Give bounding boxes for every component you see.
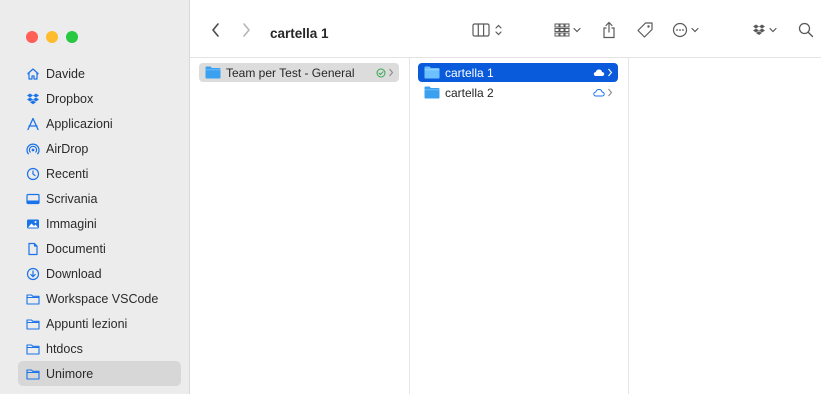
document-icon <box>26 242 40 256</box>
item-name: cartella 2 <box>445 85 494 100</box>
group-button[interactable] <box>554 20 584 40</box>
sidebar-item-recenti[interactable]: Recenti <box>18 161 181 186</box>
folder-icon <box>26 367 40 381</box>
sidebar-item-label: Documenti <box>46 241 106 256</box>
item-name: Team per Test - General <box>226 65 355 80</box>
window-title: cartella 1 <box>270 26 329 41</box>
sidebar-item-label: Download <box>46 266 102 281</box>
toolbar: cartella 1 <box>190 0 821 58</box>
sidebar-list: Davide Dropbox Applicazioni AirDrop Rece… <box>18 61 181 386</box>
folder-icon <box>26 292 40 306</box>
minimize-window-button[interactable] <box>46 31 58 43</box>
tags-button[interactable] <box>636 20 654 40</box>
column-browser: Team per Test - General cartella 1 carte… <box>190 58 821 394</box>
home-icon <box>26 67 40 81</box>
sidebar-item-label: Applicazioni <box>46 116 113 131</box>
sidebar-item-download[interactable]: Download <box>18 261 181 286</box>
airdrop-icon <box>26 142 40 156</box>
sidebar-item-label: Unimore <box>46 366 94 381</box>
synced-check-icon <box>376 68 386 77</box>
dropbox-menu-button[interactable] <box>752 20 782 40</box>
applications-icon <box>26 117 40 131</box>
desktop-icon <box>26 192 40 206</box>
sidebar-item-dropbox[interactable]: Dropbox <box>18 86 181 111</box>
cloud-outline-icon <box>593 89 605 97</box>
sidebar-item-label: Immagini <box>46 216 97 231</box>
cloud-filled-icon <box>593 69 605 76</box>
list-item[interactable]: cartella 2 <box>418 83 618 102</box>
column-2: cartella 1 cartella 2 <box>409 58 629 394</box>
share-icon <box>603 21 615 39</box>
zoom-window-button[interactable] <box>66 31 78 43</box>
chevron-right-icon <box>243 23 250 37</box>
dropbox-icon <box>753 24 777 35</box>
item-name: cartella 1 <box>445 65 494 80</box>
sidebar-item-scrivania[interactable]: Scrivania <box>18 186 181 211</box>
sidebar-item-immagini[interactable]: Immagini <box>18 211 181 236</box>
sidebar-item-label: AirDrop <box>46 141 89 156</box>
tag-icon <box>637 22 653 38</box>
list-item[interactable]: Team per Test - General <box>199 63 399 82</box>
sidebar-item-airdrop[interactable]: AirDrop <box>18 136 181 161</box>
view-options-button[interactable] <box>472 20 508 40</box>
sidebar-item-documenti[interactable]: Documenti <box>18 236 181 261</box>
chevron-right-icon <box>608 88 613 97</box>
clock-icon <box>26 167 40 181</box>
sidebar-item-label: Appunti lezioni <box>46 316 128 331</box>
sidebar-item-label: htdocs <box>46 341 83 356</box>
sidebar-item-htdocs[interactable]: htdocs <box>18 336 181 361</box>
download-icon <box>26 267 40 281</box>
window-controls <box>26 31 78 43</box>
folder-icon <box>205 66 221 79</box>
finder-window: Davide Dropbox Applicazioni AirDrop Rece… <box>0 0 821 394</box>
sidebar: Davide Dropbox Applicazioni AirDrop Rece… <box>0 0 190 394</box>
sidebar-item-appunti-lezioni[interactable]: Appunti lezioni <box>18 311 181 336</box>
list-item[interactable]: cartella 1 <box>418 63 618 82</box>
column-view-icon <box>472 23 502 37</box>
sidebar-item-label: Dropbox <box>46 91 94 106</box>
grid-group-icon <box>554 23 581 37</box>
sidebar-item-unimore[interactable]: Unimore <box>18 361 181 386</box>
chevron-left-icon <box>212 23 219 37</box>
sidebar-item-applicazioni[interactable]: Applicazioni <box>18 111 181 136</box>
sidebar-item-davide[interactable]: Davide <box>18 61 181 86</box>
folder-icon <box>26 342 40 356</box>
folder-icon <box>26 317 40 331</box>
column-1: Team per Test - General <box>190 58 410 394</box>
sidebar-item-label: Recenti <box>46 166 89 181</box>
forward-button[interactable] <box>240 20 252 40</box>
share-button[interactable] <box>602 20 616 40</box>
photo-icon <box>26 217 40 231</box>
folder-icon <box>424 86 440 99</box>
search-button[interactable] <box>798 20 814 40</box>
sidebar-item-label: Scrivania <box>46 191 98 206</box>
sidebar-item-workspace-vscode[interactable]: Workspace VSCode <box>18 286 181 311</box>
sidebar-item-label: Davide <box>46 66 85 81</box>
ellipsis-circle-icon <box>672 22 699 38</box>
chevron-right-icon <box>389 68 394 77</box>
folder-icon <box>424 66 440 79</box>
close-window-button[interactable] <box>26 31 38 43</box>
more-actions-button[interactable] <box>672 20 708 40</box>
search-icon <box>798 22 814 38</box>
chevron-right-icon <box>608 68 613 77</box>
dropbox-icon <box>26 92 40 106</box>
back-button[interactable] <box>210 20 222 40</box>
sidebar-item-label: Workspace VSCode <box>46 291 159 306</box>
